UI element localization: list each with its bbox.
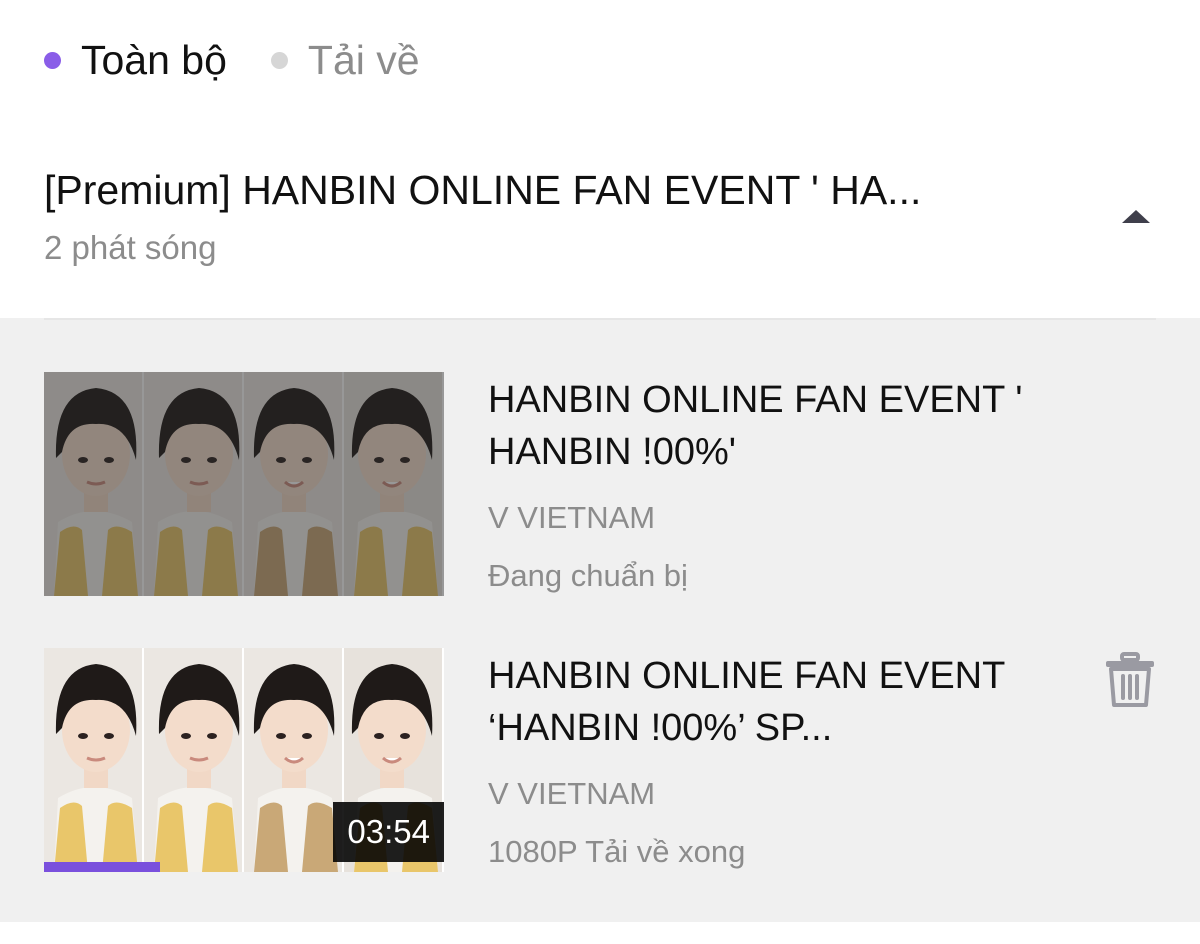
episode-info: HANBIN ONLINE FAN EVENT ‘HANBIN !00%’ SP… bbox=[488, 650, 1048, 870]
episode-item[interactable]: 03:54 HANBIN ONLINE FAN EVENT ‘HANBIN !0… bbox=[44, 648, 1156, 872]
episode-channel: V VIETNAM bbox=[488, 776, 656, 811]
tab-all[interactable]: Toàn bộ bbox=[44, 37, 227, 84]
duration-badge: 03:54 bbox=[333, 802, 444, 862]
trash-icon bbox=[1106, 652, 1154, 707]
episode-status: Đang chuẩn bị bbox=[488, 558, 688, 593]
episode-status: 1080P Tải về xong bbox=[488, 834, 746, 869]
episode-channel: V VIETNAM bbox=[488, 500, 656, 535]
series-episode-count: 2 phát sóng bbox=[44, 229, 217, 266]
caret-up-icon bbox=[1122, 209, 1150, 223]
episodes-panel: HANBIN ONLINE FAN EVENT ' HANBIN !00%' V… bbox=[0, 318, 1200, 922]
episode-info: HANBIN ONLINE FAN EVENT ' HANBIN !00%' V… bbox=[488, 374, 1048, 594]
series-title: [Premium] HANBIN ONLINE FAN EVENT ' HA..… bbox=[44, 167, 922, 213]
thumbnail-frame bbox=[244, 648, 344, 872]
series-header[interactable]: [Premium] HANBIN ONLINE FAN EVENT ' HA..… bbox=[44, 150, 1156, 280]
collapse-series-button[interactable] bbox=[1116, 196, 1156, 236]
tab-downloads[interactable]: Tải về bbox=[270, 36, 420, 84]
episode-title: HANBIN ONLINE FAN EVENT ‘HANBIN !00%’ SP… bbox=[488, 655, 1005, 749]
tab-downloads-label: Tải về bbox=[307, 36, 420, 83]
tab-all-indicator-dot bbox=[44, 51, 61, 69]
divider bbox=[44, 318, 1156, 320]
watch-progress-fill bbox=[44, 862, 160, 872]
thumbnail-dim-overlay bbox=[44, 372, 444, 596]
thumbnail-frame bbox=[44, 648, 144, 872]
tab-downloads-indicator-dot bbox=[270, 51, 288, 69]
thumbnail-frame bbox=[144, 648, 244, 872]
episode-thumbnail: 03:54 bbox=[44, 648, 444, 872]
tab-all-label: Toàn bộ bbox=[81, 36, 227, 83]
filter-tabs: Toàn bộ Tải về bbox=[0, 0, 1200, 120]
watch-progress-bar bbox=[44, 862, 444, 872]
episode-thumbnail bbox=[44, 372, 444, 596]
delete-download-button[interactable] bbox=[1104, 652, 1156, 708]
episode-item[interactable]: HANBIN ONLINE FAN EVENT ' HANBIN !00%' V… bbox=[44, 372, 1156, 596]
episode-title: HANBIN ONLINE FAN EVENT ' HANBIN !00%' bbox=[488, 379, 1023, 473]
